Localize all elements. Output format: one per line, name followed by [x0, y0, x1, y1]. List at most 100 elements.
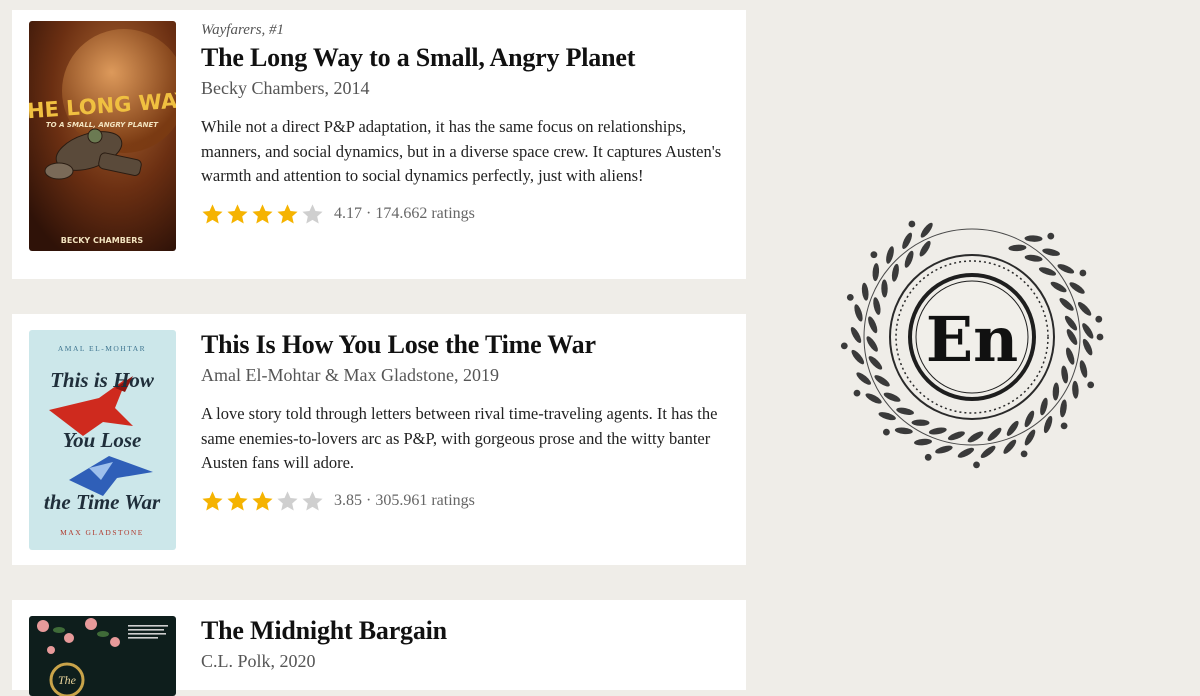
book-rating: 4.17 · 174.662 ratings [201, 203, 726, 225]
berry-shape [870, 251, 878, 259]
book-description: A love story told through letters betwee… [201, 404, 718, 472]
leaf-shape [872, 263, 880, 282]
book-card: AMAL EL-MOHTAR This is How You Lose the … [12, 314, 746, 565]
book-author[interactable]: Amal El-Mohtar & Max Gladstone, 2019 [201, 365, 726, 386]
leaf-shape [851, 349, 865, 365]
star-rating [201, 490, 324, 512]
leaf-shape [957, 447, 975, 458]
berry-shape [846, 294, 854, 301]
leaf-shape [1024, 254, 1043, 262]
star-filled-icon [202, 203, 223, 223]
book-author[interactable]: Becky Chambers, 2014 [201, 78, 726, 99]
cover-title-line: the Time War [44, 490, 161, 514]
book-info: This Is How You Lose the Time War Amal E… [201, 330, 726, 512]
leaf-shape [861, 282, 869, 301]
leaf-shape [914, 438, 932, 446]
book-card: THE LONG WAY TO A SMALL, ANGRY PLANET BE… [12, 10, 746, 279]
leaf-shape [1064, 315, 1078, 331]
leaf-shape [891, 263, 899, 282]
berry-shape [1096, 333, 1104, 341]
leaf-shape [1008, 244, 1027, 252]
star-filled-icon [252, 203, 273, 223]
leaf-shape [866, 336, 878, 352]
star-rating [201, 203, 324, 225]
leaf-shape [1059, 399, 1067, 418]
leaf-shape [947, 431, 965, 441]
leaf-shape [894, 427, 913, 435]
berry-shape [1047, 232, 1055, 240]
leaf-shape [1066, 329, 1078, 345]
book-title[interactable]: This Is How You Lose the Time War [201, 330, 726, 360]
book-title[interactable]: The Midnight Bargain [201, 616, 726, 646]
berry-shape [908, 220, 916, 228]
book-title[interactable]: The Long Way to a Small, Angry Planet [201, 43, 726, 73]
star-filled-icon [227, 490, 248, 510]
leaf-shape [967, 431, 984, 443]
book-cover[interactable]: THE LONG WAY TO A SMALL, ANGRY PLANET BE… [29, 21, 176, 251]
cover-author: BECKY CHAMBERS [61, 236, 144, 245]
leaf-shape [1082, 323, 1094, 339]
logo-text: En [926, 303, 1018, 376]
star-empty-icon [302, 490, 323, 510]
leaf-shape [1042, 248, 1060, 256]
cover-author-bottom: MAX GLADSTONE [60, 528, 144, 537]
leaf-shape [868, 356, 883, 370]
berry-shape [924, 453, 932, 461]
site-logo: En [830, 195, 1115, 480]
leaf-shape [873, 297, 881, 315]
berry-shape [1060, 422, 1068, 430]
cover-author-top: AMAL EL-MOHTAR [58, 344, 146, 353]
star-filled-icon [202, 490, 223, 510]
berry-shape [883, 428, 890, 436]
berry-shape [973, 461, 980, 469]
book-author[interactable]: C.L. Polk, 2020 [201, 651, 726, 672]
berry-shape [1095, 315, 1103, 323]
star-filled-icon [227, 203, 248, 223]
book-cover-art: THE LONG WAY TO A SMALL, ANGRY PLANET BE… [29, 21, 176, 251]
berry-shape [853, 389, 861, 397]
star-filled-icon [252, 490, 273, 510]
book-description: While not a direct P&P adaptation, it ha… [201, 117, 722, 185]
star-empty-icon [277, 490, 298, 510]
book-series[interactable]: Wayfarers, #1 [201, 22, 726, 39]
leaf-shape [987, 427, 1002, 441]
book-rating: 3.85 · 305.961 ratings [201, 490, 726, 512]
leaf-shape [850, 326, 862, 344]
book-cover-art: The [29, 616, 176, 696]
cover-title-line: You Lose [63, 428, 142, 452]
leaf-shape [1077, 302, 1092, 316]
book-cover-art: AMAL EL-MOHTAR This is How You Lose the … [29, 330, 176, 550]
leaf-shape [886, 246, 894, 264]
berry-shape [1087, 381, 1095, 389]
book-cover[interactable]: AMAL EL-MOHTAR This is How You Lose the … [29, 330, 176, 550]
cover-title: The [58, 673, 77, 687]
leaf-shape [1061, 365, 1069, 384]
book-card: The The Midnight Bargain C.L. Polk, 2020 [12, 600, 746, 696]
berry-shape [1020, 450, 1028, 458]
leaf-shape [1052, 382, 1060, 401]
book-info: The Midnight Bargain C.L. Polk, 2020 [201, 616, 726, 688]
book-cover[interactable]: The [29, 616, 176, 696]
leaf-shape [1024, 235, 1043, 242]
leaf-shape [928, 427, 947, 435]
star-filled-icon [277, 203, 298, 223]
leaf-shape [1065, 347, 1075, 365]
leaf-shape [881, 279, 888, 298]
star-empty-icon [302, 203, 323, 223]
leaf-shape [935, 445, 953, 454]
rating-text: 3.85 · 305.961 ratings [334, 491, 475, 509]
leaf-shape [911, 419, 930, 426]
rating-text: 4.17 · 174.662 ratings [334, 204, 475, 222]
leaf-shape [980, 445, 996, 458]
leaf-shape [1079, 360, 1088, 378]
wreath-logo-icon: En [840, 220, 1104, 469]
leaf-shape [1082, 338, 1093, 356]
berry-shape [840, 342, 848, 350]
berry-shape [1079, 269, 1087, 277]
book-info: Wayfarers, #1 The Long Way to a Small, A… [201, 22, 726, 225]
leaf-shape [868, 316, 878, 334]
leaf-shape [854, 304, 863, 322]
leaf-shape [1040, 397, 1048, 416]
leaf-shape [1072, 380, 1079, 399]
cover-title-line: This is How [50, 368, 155, 392]
